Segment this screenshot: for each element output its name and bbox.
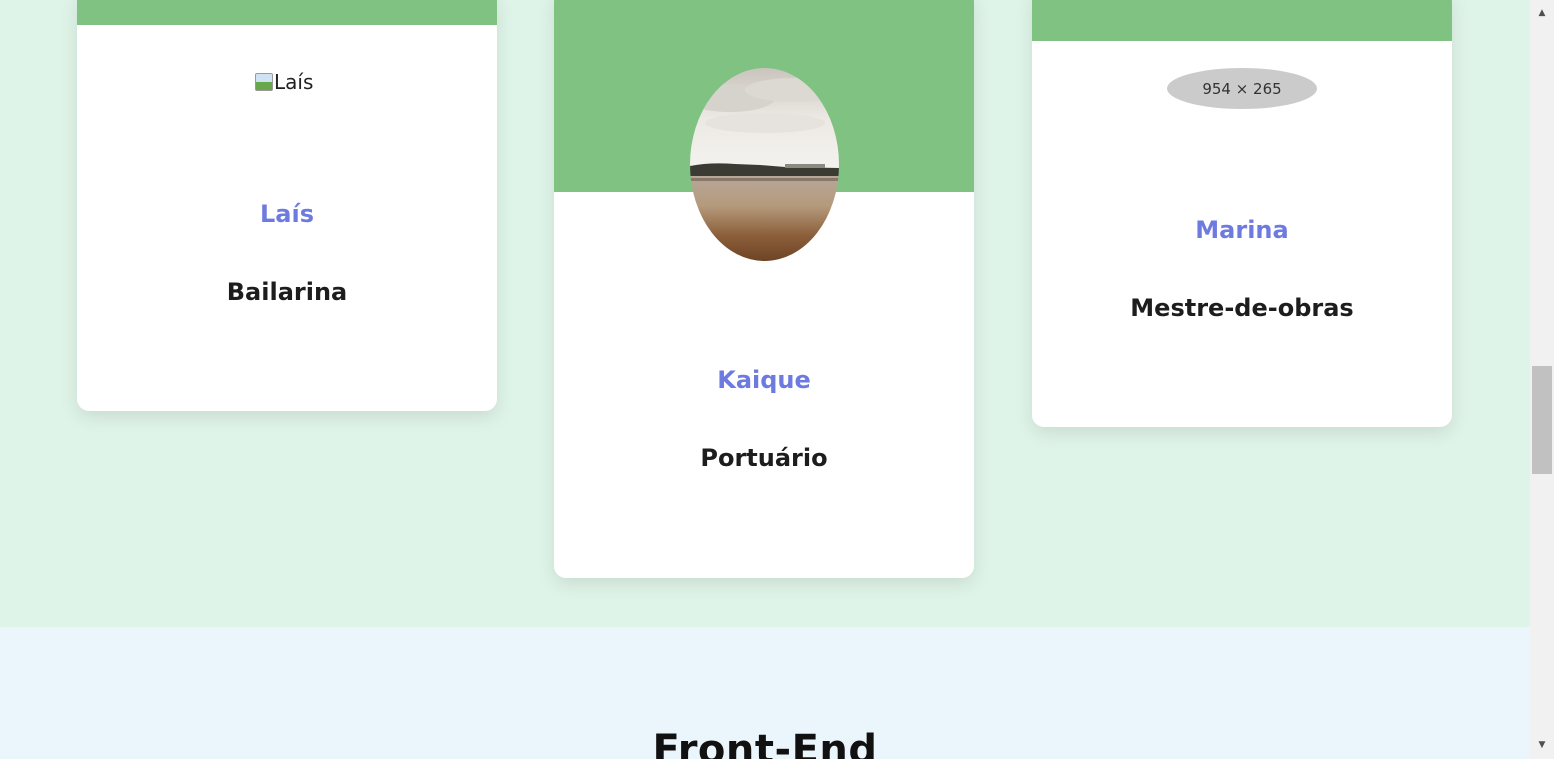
team-card-lais: Laís Laís Bailarina: [77, 0, 497, 411]
profile-image-broken: Laís: [255, 70, 319, 96]
section-title: Front-End: [652, 727, 878, 759]
card-role: Portuário: [700, 444, 828, 472]
broken-image-icon: [255, 73, 273, 91]
page-scrollbar[interactable]: ▲ ▼: [1530, 0, 1554, 759]
team-card-kaique: Kaique Portuário: [554, 0, 974, 578]
team-card-marina: 954 × 265 Marina Mestre-de-obras: [1032, 0, 1452, 427]
chevron-up-icon[interactable]: ▲: [1530, 5, 1554, 22]
team-section: Laís Laís Bailarina Kaique Portuário 954…: [0, 0, 1530, 627]
chevron-down-icon[interactable]: ▼: [1530, 737, 1554, 754]
profile-image-placeholder: 954 × 265: [1167, 68, 1317, 109]
front-end-section: Front-End: [0, 627, 1530, 759]
card-name: Kaique: [717, 366, 811, 394]
scrollbar-thumb[interactable]: [1532, 366, 1552, 474]
profile-photo: [690, 68, 839, 261]
card-name: Marina: [1195, 216, 1289, 244]
card-role: Mestre-de-obras: [1130, 294, 1354, 322]
card-header-band: [1032, 0, 1452, 41]
card-name: Laís: [260, 200, 314, 228]
profile-image-alt: Laís: [274, 70, 314, 94]
lake-landscape-photo: [690, 68, 839, 261]
card-header-band: [77, 0, 497, 25]
card-role: Bailarina: [226, 278, 348, 306]
